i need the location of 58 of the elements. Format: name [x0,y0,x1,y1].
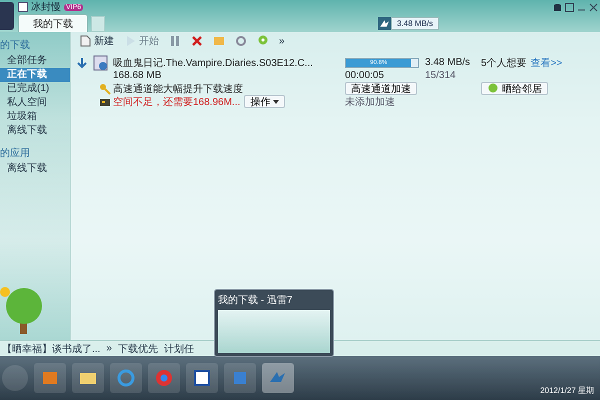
pause-icon [169,35,181,47]
file-name: 吸血鬼日记.The.Vampire.Diaries.S03E12.C... [113,56,314,70]
tab[interactable]: 我的下载 [18,14,88,32]
sidebar-item[interactable]: 正在下载 [0,68,70,82]
new-tab-button[interactable] [91,16,105,32]
start-button[interactable] [2,365,28,391]
sidebar-item[interactable]: 离线下载 [0,162,70,176]
settings-icon [235,35,247,47]
media-player-icon[interactable] [34,363,66,393]
download-speed: 3.48 MB/s [425,57,472,68]
avatar [0,2,14,30]
speed-indicator: 3.48 MB/s [391,17,440,30]
news-ticker[interactable]: 【晒幸福】谈书成了... [2,342,100,356]
date-text: 2012/1/27 星期 [540,385,594,396]
control-panel-icon[interactable] [224,363,256,393]
status-item[interactable]: 计划任 [164,342,194,356]
window-preview[interactable]: 我的下载 - 迅雷7 [214,289,334,357]
sidebar-item[interactable]: 全部任务 [0,54,70,68]
wanted-count: 5个人想要 [481,56,527,70]
peer-count: 15/314 [425,70,457,81]
toolbar-button[interactable] [169,35,181,47]
view-link[interactable]: 查看>> [530,56,562,70]
folder-icon[interactable] [72,363,104,393]
new-file-icon [79,35,91,47]
file-icon [93,54,109,70]
folder-icon [213,35,225,47]
bird-icon[interactable] [262,363,294,393]
time-remaining: 00:00:05 [345,70,385,81]
toolbar-button[interactable]: 新建 [79,34,114,48]
accel-status: 未添加加速 [345,96,396,108]
sidebar-heading: 的下载 [0,38,31,53]
more-button[interactable]: » [106,343,112,354]
sidebar-heading: 的应用 [0,146,31,161]
close-icon [191,35,203,47]
toolbar-button[interactable] [191,35,203,47]
sidebar-item[interactable]: 私人空间 [0,96,70,110]
key-icon [99,82,111,94]
action-dropdown[interactable]: 操作 [244,95,286,108]
sidebar-item[interactable]: 已完成(1) [0,82,70,96]
document-icon[interactable] [186,363,218,393]
caret-icon [273,100,280,104]
username: 冰封慢 [31,0,61,14]
bird-icon [378,17,391,30]
file-size: 168.68 MB [113,70,162,81]
menu-icon[interactable] [565,3,574,12]
download-arrow-icon [76,56,88,68]
sidebar-item[interactable]: 垃圾箱 [0,110,70,124]
toolbar-button[interactable] [235,35,247,47]
close-icon[interactable] [589,3,598,12]
space-warning: 空间不足，还需要168.96M... [113,96,240,108]
preview-title: 我的下载 - 迅雷7 [218,294,294,307]
browser-icon[interactable] [110,363,142,393]
sidebar-item[interactable]: 离线下载 [0,124,70,138]
toolbar-button[interactable]: » [279,36,285,46]
speed-tip: 高速通道能大幅提升下载速度 [113,82,244,96]
status-item[interactable]: 下载优先 [118,342,158,356]
share-button[interactable]: 晒给邻居 [481,82,548,95]
boost-button[interactable]: 高速通道加速 [345,82,417,95]
